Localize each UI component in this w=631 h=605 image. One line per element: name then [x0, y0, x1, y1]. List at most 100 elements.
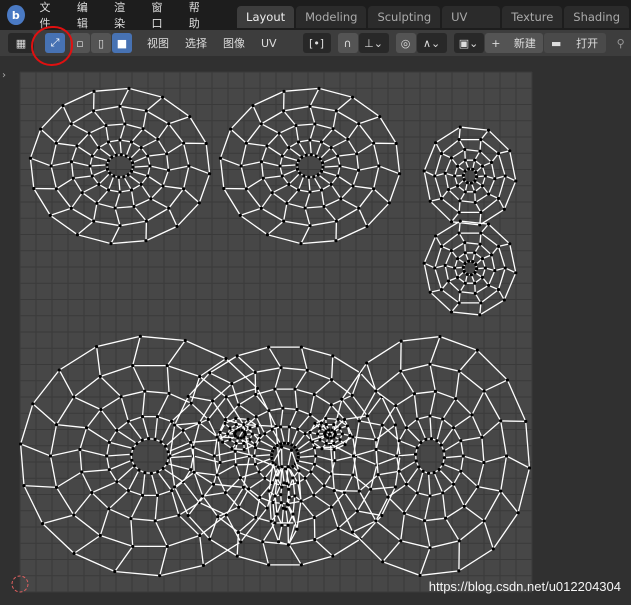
uv-vertex[interactable]: [428, 199, 432, 203]
uv-vertex[interactable]: [357, 419, 361, 423]
uv-vertex[interactable]: [212, 454, 216, 458]
uv-vertex[interactable]: [463, 281, 467, 285]
uv-vertex[interactable]: [332, 435, 336, 439]
uv-vertex[interactable]: [201, 494, 205, 498]
uv-vertex[interactable]: [473, 179, 477, 183]
uv-vertex[interactable]: [424, 437, 428, 441]
uv-vertex[interactable]: [278, 164, 282, 168]
uv-vertex[interactable]: [459, 439, 463, 443]
uv-vertex[interactable]: [333, 459, 337, 463]
uv-vertex[interactable]: [351, 473, 355, 477]
tab-texture-paint[interactable]: Texture Paint: [502, 6, 563, 46]
uv-vertex[interactable]: [476, 485, 480, 489]
uv-vertex[interactable]: [242, 448, 246, 452]
uv-vertex[interactable]: [183, 338, 187, 343]
uv-vertex[interactable]: [228, 438, 232, 442]
uv-vertex[interactable]: [54, 422, 59, 427]
uv-vertex[interactable]: [329, 505, 333, 509]
uv-vertex[interactable]: [280, 523, 284, 527]
uv-vertex[interactable]: [328, 432, 332, 436]
uv-vertex[interactable]: [118, 224, 122, 228]
uv-vertex[interactable]: [296, 455, 300, 459]
uv-vertex[interactable]: [99, 407, 103, 412]
uv-vertex[interactable]: [92, 89, 96, 93]
uv-vertex[interactable]: [254, 515, 258, 520]
uv-vertex[interactable]: [156, 470, 160, 474]
uv-vertex[interactable]: [129, 452, 133, 456]
uv-vertex[interactable]: [342, 417, 347, 422]
uv-vertex[interactable]: [250, 432, 254, 436]
tab-layout[interactable]: Layout: [237, 6, 295, 28]
uv-vertex[interactable]: [441, 417, 445, 421]
uv-vertex[interactable]: [166, 450, 170, 454]
uv-vertex[interactable]: [118, 104, 122, 108]
uv-vertex[interactable]: [265, 233, 270, 237]
uv-vertex[interactable]: [165, 544, 169, 549]
uv-vertex[interactable]: [527, 466, 532, 470]
uv-vertex[interactable]: [296, 481, 300, 485]
uv-vertex[interactable]: [482, 460, 486, 465]
uv-vertex[interactable]: [204, 141, 208, 146]
uv-vertex[interactable]: [473, 291, 477, 296]
uv-vertex[interactable]: [456, 164, 460, 168]
uv-vertex[interactable]: [295, 163, 299, 167]
uv-vertex[interactable]: [22, 483, 26, 488]
open-image-button[interactable]: ▬ 打开: [543, 33, 606, 53]
uv-vertex[interactable]: [308, 430, 312, 435]
uv-vertex[interactable]: [259, 160, 264, 164]
uv-vertex[interactable]: [156, 137, 160, 141]
uv-vertex[interactable]: [338, 164, 342, 168]
uv-vertex[interactable]: [275, 443, 279, 448]
uv-vertex[interactable]: [146, 154, 150, 158]
uv-vertex[interactable]: [130, 161, 135, 165]
uv-vertex[interactable]: [486, 128, 491, 132]
uv-vertex[interactable]: [380, 423, 384, 427]
uv-vertex[interactable]: [296, 427, 300, 431]
uv-vertex[interactable]: [483, 174, 487, 178]
uv-vertex[interactable]: [331, 354, 335, 358]
uv-vertex[interactable]: [113, 206, 117, 210]
uv-vertex[interactable]: [475, 348, 479, 352]
uv-vertex[interactable]: [153, 437, 157, 441]
uv-vertex[interactable]: [338, 426, 342, 430]
uv-vertex[interactable]: [465, 272, 469, 276]
uv-vertex[interactable]: [247, 487, 251, 491]
uv-vertex[interactable]: [107, 468, 111, 472]
uv-vertex[interactable]: [470, 413, 474, 417]
uv-vertex[interactable]: [299, 345, 303, 349]
uv-vertex[interactable]: [516, 511, 520, 515]
uv-vertex[interactable]: [462, 178, 466, 182]
uv-vertex[interactable]: [458, 290, 462, 294]
uv-vertex[interactable]: [356, 168, 361, 172]
uv-vertex[interactable]: [336, 526, 340, 530]
uv-vertex[interactable]: [514, 271, 518, 275]
uv-vertex[interactable]: [197, 201, 201, 205]
uv-vertex[interactable]: [170, 489, 174, 493]
uv-vertex[interactable]: [248, 426, 252, 430]
uv-vertex[interactable]: [316, 432, 320, 436]
uv-vertex[interactable]: [473, 200, 477, 205]
uv-vertex[interactable]: [173, 485, 177, 489]
uv-vertex[interactable]: [198, 533, 202, 538]
uv-vertex[interactable]: [422, 519, 427, 523]
uv-vertex[interactable]: [218, 430, 222, 435]
uv-vertex[interactable]: [280, 154, 284, 158]
uv-vertex[interactable]: [279, 442, 283, 446]
uv-vertex[interactable]: [374, 447, 378, 452]
uv-vertex[interactable]: [161, 466, 165, 471]
uv-vertex[interactable]: [463, 251, 467, 255]
uv-vertex[interactable]: [132, 464, 137, 468]
uv-vertex[interactable]: [270, 481, 274, 485]
uv-vertex[interactable]: [259, 122, 263, 126]
uv-vertex[interactable]: [139, 146, 143, 150]
uv-vertex[interactable]: [415, 417, 419, 421]
uv-vertex[interactable]: [441, 462, 445, 466]
uv-vertex[interactable]: [237, 428, 241, 432]
uv-vertex[interactable]: [182, 141, 186, 145]
uv-vertex[interactable]: [273, 494, 277, 498]
uv-vertex[interactable]: [118, 138, 122, 142]
uv-vertex[interactable]: [80, 470, 84, 474]
uv-vertex[interactable]: [140, 415, 145, 419]
uv-vertex[interactable]: [372, 187, 376, 191]
uv-vertex[interactable]: [224, 395, 228, 399]
